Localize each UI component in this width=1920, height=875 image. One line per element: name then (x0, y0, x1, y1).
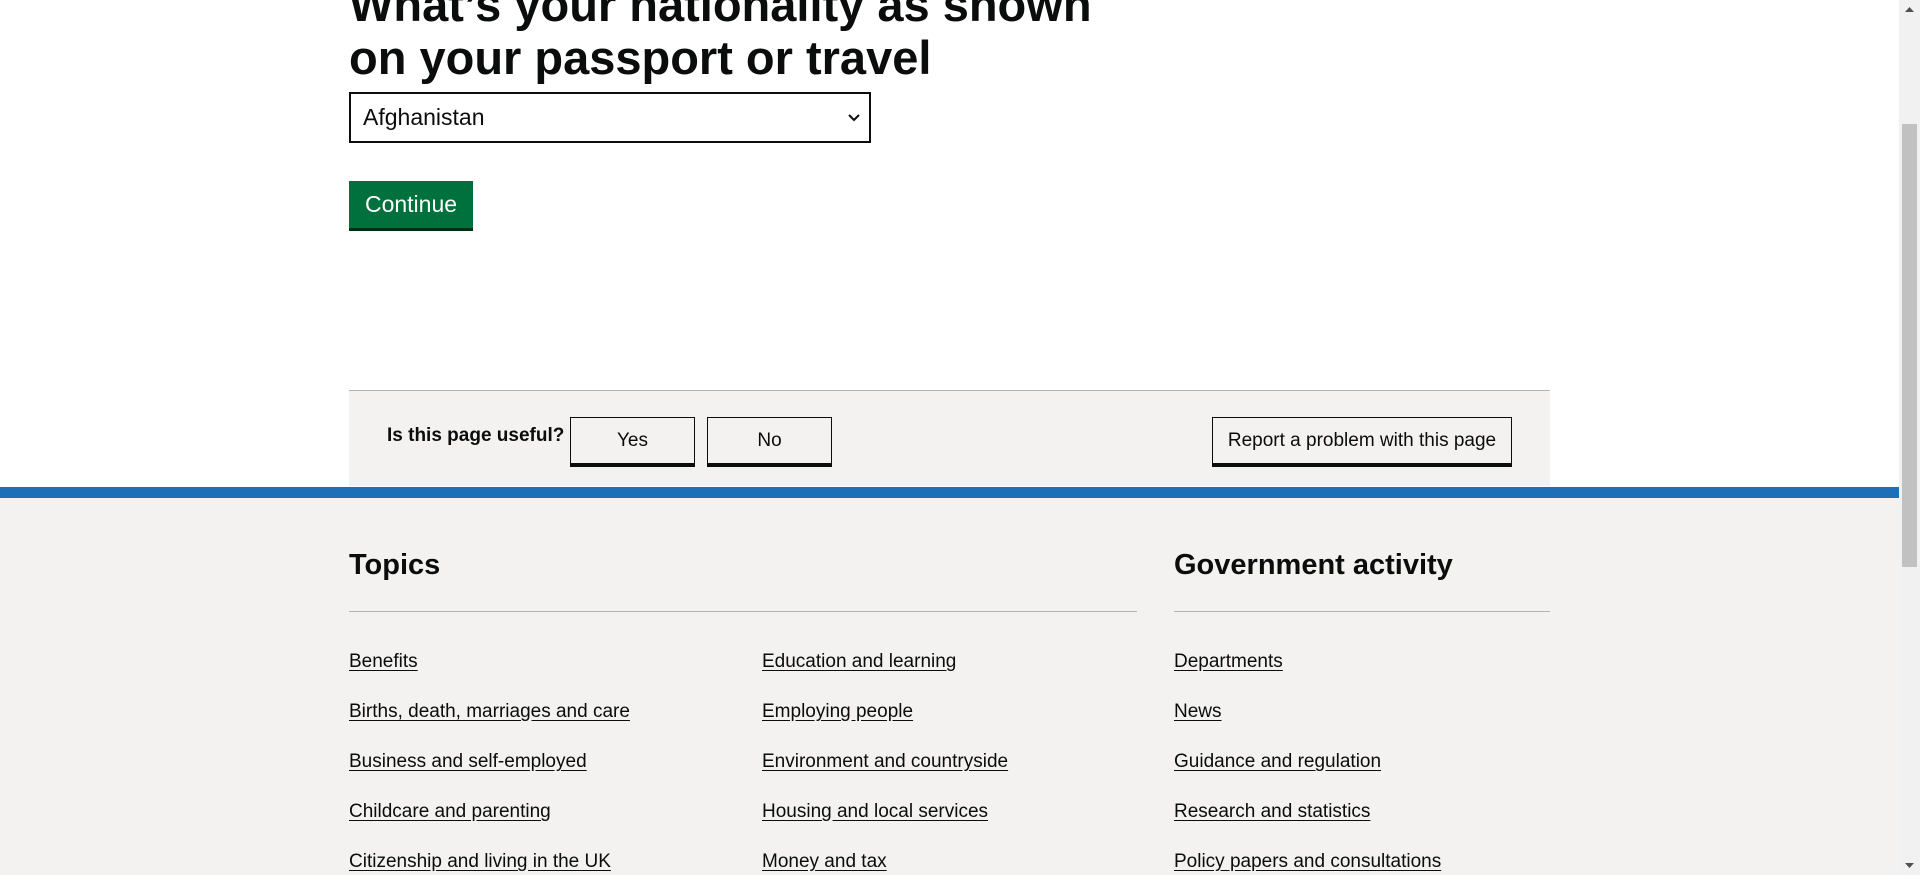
footer-link-gov[interactable]: Research and statistics (1174, 801, 1370, 823)
footer-link-topic[interactable]: Education and learning (762, 651, 956, 673)
footer-top-border (0, 487, 1899, 498)
vertical-scrollbar[interactable] (1899, 0, 1920, 875)
continue-button[interactable]: Continue (349, 181, 473, 228)
footer-link-gov[interactable]: Guidance and regulation (1174, 751, 1381, 773)
footer: Topics Government activity Benefits Birt… (0, 498, 1899, 875)
feedback-question: Is this page useful? (387, 425, 565, 446)
arrow-up-icon[interactable] (1904, 4, 1915, 15)
nationality-select-value: Afghanistan (363, 104, 485, 130)
page-viewport: What’s your nationality as shown on your… (0, 0, 1899, 875)
arrow-down-icon[interactable] (1904, 860, 1915, 871)
footer-gov-heading: Government activity (1174, 549, 1453, 581)
footer-link-topic[interactable]: Births, death, marriages and care (349, 701, 630, 723)
footer-link-gov[interactable]: Policy papers and consultations (1174, 851, 1441, 873)
feedback-bar: Is this page useful? Yes No Report a pro… (349, 390, 1550, 486)
scrollbar-thumb[interactable] (1902, 124, 1917, 567)
footer-link-gov[interactable]: Departments (1174, 651, 1283, 673)
footer-link-topic[interactable]: Environment and countryside (762, 751, 1008, 773)
feedback-yes-button[interactable]: Yes (570, 417, 695, 464)
footer-link-topic[interactable]: Childcare and parenting (349, 801, 551, 823)
footer-link-topic[interactable]: Citizenship and living in the UK (349, 851, 611, 873)
footer-link-gov[interactable]: News (1174, 701, 1222, 723)
report-problem-button[interactable]: Report a problem with this page (1212, 417, 1512, 464)
footer-link-topic[interactable]: Benefits (349, 651, 418, 673)
nationality-select[interactable]: Afghanistan (349, 92, 871, 143)
chevron-down-icon (848, 114, 860, 122)
footer-link-topic[interactable]: Business and self-employed (349, 751, 587, 773)
footer-topics-divider (349, 611, 1137, 612)
footer-link-topic[interactable]: Housing and local services (762, 801, 988, 823)
footer-topics-heading: Topics (349, 549, 441, 581)
feedback-no-button[interactable]: No (707, 417, 832, 464)
footer-link-topic[interactable]: Money and tax (762, 851, 887, 873)
footer-gov-divider (1174, 611, 1550, 612)
footer-link-topic[interactable]: Employing people (762, 701, 913, 723)
